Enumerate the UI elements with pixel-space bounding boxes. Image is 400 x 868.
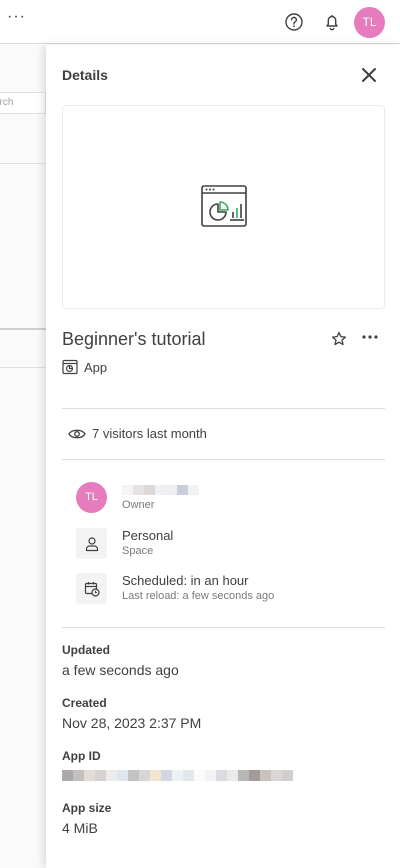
owner-avatar: TL — [76, 482, 107, 513]
app-sheet-icon — [201, 185, 247, 227]
divider — [62, 627, 385, 628]
more-options-icon[interactable] — [361, 328, 379, 346]
divider — [62, 459, 385, 460]
visitors-stat: 7 visitors last month — [68, 426, 207, 441]
created-label: Created — [62, 696, 107, 710]
space-name[interactable]: Personal — [122, 528, 173, 544]
app-id-label: App ID — [62, 749, 101, 763]
calendar-clock-icon-box — [76, 573, 107, 604]
updated-value: a few seconds ago — [62, 662, 179, 678]
divider — [62, 408, 385, 409]
app-size-label: App size — [62, 801, 112, 815]
user-avatar[interactable]: TL — [354, 7, 385, 38]
reload-row: Scheduled: in an hour Last reload: a few… — [76, 573, 274, 604]
person-icon-box — [76, 528, 107, 559]
reload-status: Scheduled: in an hour — [122, 573, 249, 588]
help-circle-icon[interactable] — [284, 12, 304, 32]
divider — [0, 367, 46, 368]
top-bar: ··· TL — [0, 0, 400, 44]
app-type-label: App — [84, 359, 108, 375]
search-placeholder: arch — [0, 97, 14, 108]
app-id-field: App ID — [62, 748, 293, 781]
app-size-field: App size 4 MiB — [62, 800, 111, 838]
eye-icon — [68, 429, 86, 438]
app-size-value: 4 MiB — [62, 820, 98, 836]
details-panel: Details Beginner's tutorial App 7 visito… — [46, 45, 400, 868]
last-reload: Last reload: a few seconds ago — [122, 590, 275, 602]
divider — [0, 163, 46, 164]
calendar-clock-icon — [84, 581, 100, 597]
space-row: Personal Space — [76, 528, 173, 559]
close-icon[interactable] — [361, 67, 377, 83]
divider — [0, 328, 46, 330]
app-type: App — [62, 359, 107, 375]
app-id-redacted — [62, 770, 293, 781]
background-page — [0, 45, 46, 868]
app-thumbnail[interactable] — [62, 105, 385, 309]
created-field: Created Nov 28, 2023 2:37 PM — [62, 695, 201, 733]
owner-row: TL Owner — [76, 482, 199, 513]
bell-icon[interactable] — [322, 12, 342, 32]
updated-label: Updated — [62, 643, 110, 657]
created-value: Nov 28, 2023 2:37 PM — [62, 715, 202, 731]
app-name: Beginner's tutorial — [62, 329, 206, 349]
more-menu-icon[interactable]: ··· — [7, 8, 26, 26]
star-icon[interactable] — [331, 331, 347, 347]
person-icon — [85, 536, 98, 551]
updated-field: Updated a few seconds ago — [62, 642, 179, 680]
search-input[interactable]: arch — [0, 92, 46, 114]
owner-name-redacted — [122, 485, 199, 495]
app-icon — [62, 359, 78, 375]
space-label: Space — [122, 545, 154, 557]
panel-title: Details — [62, 67, 108, 83]
visitors-label: 7 visitors last month — [92, 426, 207, 441]
owner-role: Owner — [122, 499, 155, 511]
